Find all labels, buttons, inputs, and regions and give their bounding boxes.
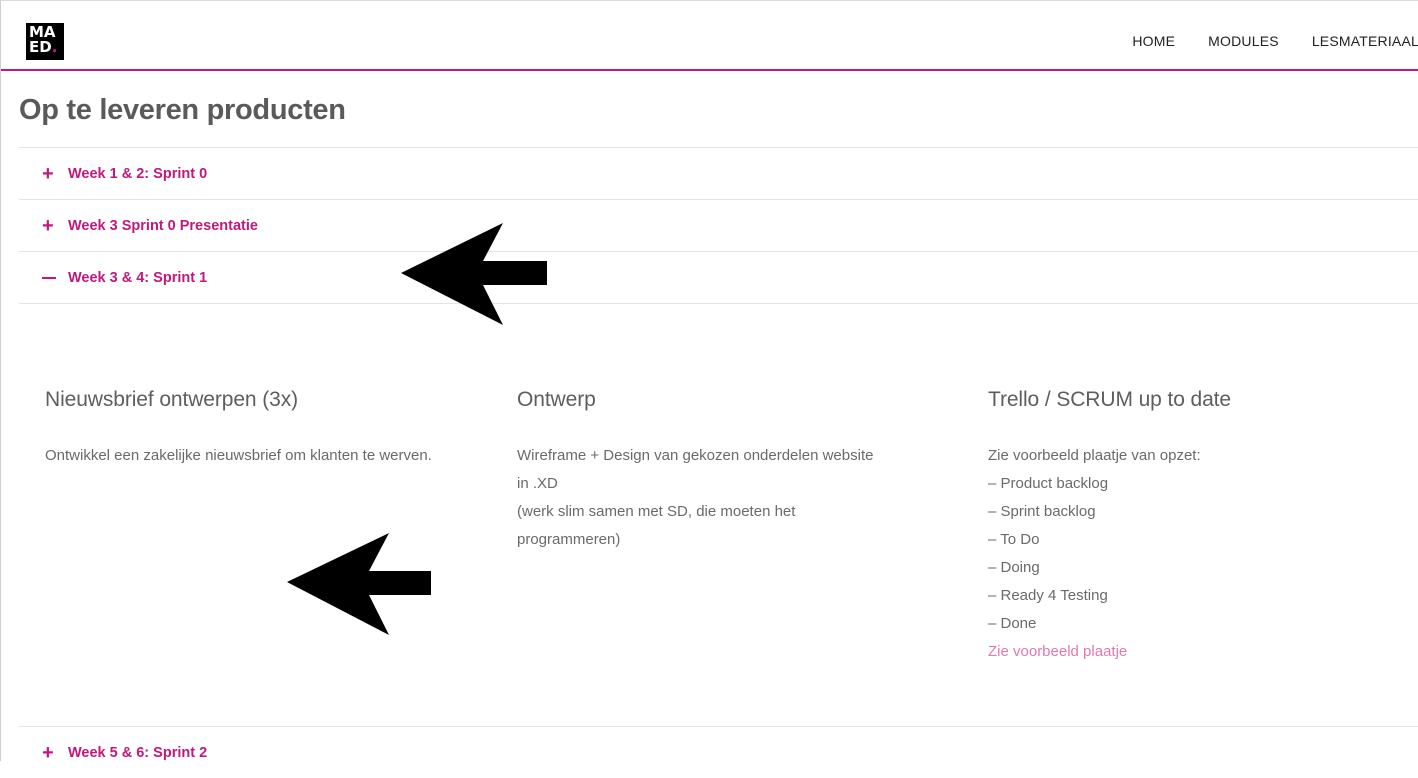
accordion-label: Week 3 Sprint 0 Presentatie: [68, 217, 258, 234]
scrum-list: – Product backlog – Sprint backlog – To …: [988, 470, 1408, 638]
accordion-item-week5-6: Week 5 & 6: Sprint 2: [19, 726, 1418, 778]
accordion-item-week3-presentatie: Week 3 Sprint 0 Presentatie: [19, 199, 1418, 251]
column-title: Ontwerp: [517, 388, 596, 411]
accordion: Week 1 & 2: Sprint 0 Week 3 Sprint 0 Pre…: [19, 147, 1418, 778]
column-title: Trello / SCRUM up to date: [988, 388, 1231, 411]
example-image-link[interactable]: Zie voorbeeld plaatje: [988, 643, 1127, 660]
accordion-panel-sprint1: Nieuwsbrief ontwerpen (3x) Ontwikkel een…: [19, 303, 1418, 726]
accordion-header-week3-4[interactable]: Week 3 & 4: Sprint 1: [19, 252, 1418, 303]
nav-item-home[interactable]: HOME: [1132, 33, 1175, 53]
column-title: Nieuwsbrief ontwerpen (3x): [45, 388, 299, 411]
accordion-header-week3-presentatie[interactable]: Week 3 Sprint 0 Presentatie: [19, 200, 1418, 251]
accordion-header-week1-2[interactable]: Week 1 & 2: Sprint 0: [19, 148, 1418, 199]
plus-icon: [42, 167, 56, 181]
list-item: – To Do: [988, 531, 1040, 548]
column-nieuwsbrief: Nieuwsbrief ontwerpen (3x) Ontwikkel een…: [45, 388, 465, 470]
logo-line-2: ED.: [29, 38, 58, 56]
accordion-item-week1-2: Week 1 & 2: Sprint 0: [19, 147, 1418, 199]
accordion-label: Week 3 & 4: Sprint 1: [68, 269, 208, 286]
accordion-header-week5-6[interactable]: Week 5 & 6: Sprint 2: [19, 727, 1418, 778]
column-intro: Zie voorbeeld plaatje van opzet:: [988, 447, 1201, 464]
accordion-label: Week 5 & 6: Sprint 2: [68, 744, 208, 761]
column-text-1: Wireframe + Design van gekozen onderdele…: [517, 447, 874, 492]
plus-icon: [42, 746, 56, 760]
site-logo[interactable]: MA ED.: [26, 23, 64, 60]
nav-item-lesmateriaal[interactable]: LESMATERIAAL: [1312, 33, 1418, 53]
column-text: Ontwikkel een zakelijke nieuwsbrief om k…: [45, 447, 432, 464]
list-item: – Sprint backlog: [988, 503, 1096, 520]
nav-item-modules[interactable]: MODULES: [1208, 33, 1279, 53]
site-header: MA ED. HOME MODULES LESMATERIAAL: [1, 1, 1418, 71]
accordion-label: Week 1 & 2: Sprint 0: [68, 165, 208, 182]
main-nav: HOME MODULES LESMATERIAAL: [1132, 33, 1418, 53]
column-text-2: (werk slim samen met SD, die moeten het …: [517, 503, 796, 548]
left-arrow-icon: [401, 223, 547, 325]
list-item: – Ready 4 Testing: [988, 587, 1108, 604]
left-arrow-icon: [287, 533, 431, 635]
column-trello: Trello / SCRUM up to date Zie voorbeeld …: [988, 388, 1408, 666]
list-item: – Doing: [988, 559, 1040, 576]
minus-icon: [42, 271, 56, 285]
page: MA ED. HOME MODULES LESMATERIAAL Op te l…: [0, 0, 1418, 761]
list-item: – Done: [988, 615, 1037, 632]
page-title: Op te leveren producten: [19, 94, 346, 126]
plus-icon: [42, 219, 56, 233]
list-item: – Product backlog: [988, 475, 1109, 492]
column-ontwerp: Ontwerp Wireframe + Design van gekozen o…: [517, 388, 937, 554]
accordion-item-week3-4: Week 3 & 4: Sprint 1 Nieuwsbrief ontwerp…: [19, 251, 1418, 726]
